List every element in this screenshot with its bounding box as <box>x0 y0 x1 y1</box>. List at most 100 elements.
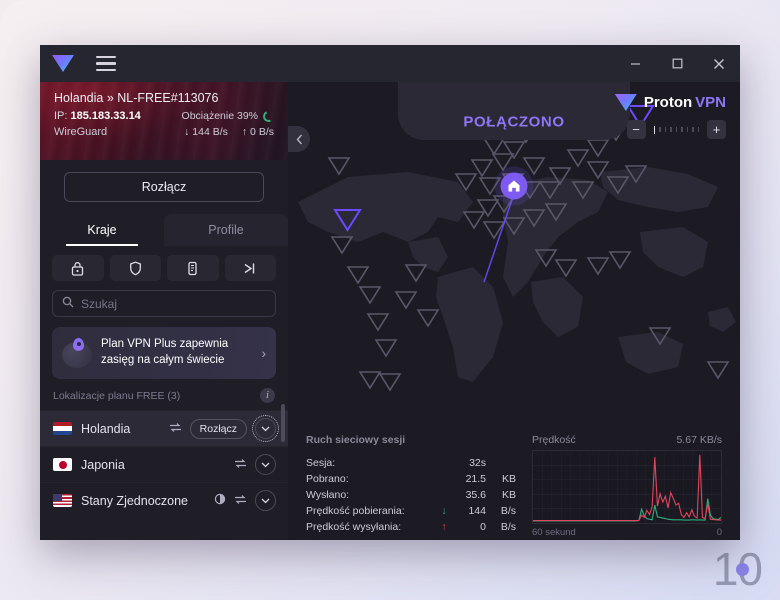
stat-row: Sesja: 32s <box>306 455 516 471</box>
country-row-holandia[interactable]: Holandia Rozłącz <box>40 410 288 446</box>
stat-value: 0 <box>480 521 486 533</box>
speed-chart: Prędkość 5.67 KB/s 60 sekund 0 <box>532 434 724 540</box>
chart-title: Prędkość <box>532 434 576 446</box>
free-locations-header: Lokalizacje planu FREE (3) i <box>40 379 288 410</box>
row-disconnect-button[interactable]: Rozłącz <box>189 418 247 439</box>
chart-xlabel-left: 60 sekund <box>532 527 576 538</box>
protonvpn-window: Holandia » NL-FREE#113076 IP: 185.183.33… <box>40 45 740 540</box>
ip-label: IP: <box>54 110 68 122</box>
stat-value: 35.6 <box>465 489 486 501</box>
protocol-label: WireGuard <box>54 126 108 138</box>
hamburger-icon[interactable] <box>96 56 116 71</box>
zoom-out-button[interactable]: − <box>626 120 646 139</box>
p2p-icon <box>234 456 247 474</box>
brand-and-zoom: Proton VPN − + <box>614 94 726 139</box>
sidebar: Holandia » NL-FREE#113076 IP: 185.183.33… <box>40 82 288 540</box>
stat-label: Sesja: <box>306 457 336 469</box>
watermark-dot <box>736 563 749 576</box>
brand-word-vpn: VPN <box>695 94 726 111</box>
tab-kraje[interactable]: Kraje <box>40 214 164 246</box>
home-icon[interactable] <box>500 172 528 200</box>
sidebar-scrollbar-thumb[interactable] <box>281 404 285 442</box>
stat-value: 144 <box>468 505 486 517</box>
search-box[interactable] <box>52 290 276 317</box>
expand-chevron-button[interactable] <box>255 454 276 475</box>
title-bar <box>40 45 740 82</box>
download-arrow-icon: ↓ <box>441 505 447 517</box>
search-area <box>40 281 288 317</box>
stat-row: Prędkość pobierania: ↓ 144 B/s <box>306 503 516 519</box>
country-row-japonia[interactable]: Japonia <box>40 446 288 482</box>
country-name: Japonia <box>81 457 125 472</box>
connected-server-label: Holandia » NL-FREE#113076 <box>54 91 219 105</box>
sidebar-tabs: Kraje Profile <box>40 214 288 246</box>
minimize-button[interactable] <box>614 45 656 82</box>
globe-pin-icon <box>62 338 92 368</box>
netshield-shield-icon[interactable] <box>109 255 161 281</box>
flag-nl-icon <box>53 422 72 435</box>
upgrade-promo-banner[interactable]: Plan VPN Plus zapewnia zasięg na całym ś… <box>52 327 276 379</box>
info-icon[interactable]: i <box>260 388 275 403</box>
tor-onion-icon[interactable] <box>167 255 219 281</box>
stat-unit: KB <box>501 473 516 485</box>
stat-label: Pobrano: <box>306 473 349 485</box>
stats-title: Ruch sieciowy sesji <box>306 434 406 446</box>
window-controls <box>614 45 740 82</box>
proton-logo-icon <box>614 94 637 111</box>
secure-core-lock-icon[interactable] <box>52 255 104 281</box>
p2p-icon <box>169 420 182 438</box>
chart-plot-area <box>532 450 722 524</box>
stat-label: Wysłano: <box>306 489 350 501</box>
stat-row: Prędkość wysyłania: ↑ 0 B/s <box>306 519 516 535</box>
stat-unit: B/s <box>500 521 516 533</box>
stat-row: Pobrano: 21.5 KB <box>306 471 516 487</box>
connection-status-label: POŁĄCZONO <box>463 113 565 131</box>
stat-label: Prędkość pobierania: <box>306 505 405 517</box>
server-load-label: Obciążenie 39% <box>181 110 258 122</box>
country-name: Holandia <box>81 421 131 436</box>
brand-word-proton: Proton <box>643 94 693 111</box>
watermark-logo: 10 <box>713 546 763 592</box>
stat-unit: B/s <box>500 505 516 517</box>
page-root: 10 Holandia » NL-FREE#113076 IP: 185.183… <box>0 0 780 600</box>
upload-arrow-icon: ↑ <box>441 521 447 533</box>
server-load-ring-icon <box>261 108 276 124</box>
main-panel: POŁĄCZONO Proton VPN − + Ruch sieciowy s… <box>288 82 740 540</box>
ip-value: 185.183.33.14 <box>70 110 141 122</box>
promo-text: Plan VPN Plus zapewnia zasięg na całym ś… <box>101 338 229 366</box>
tor-icon <box>214 492 226 510</box>
window-body: Holandia » NL-FREE#113076 IP: 185.183.33… <box>40 82 740 540</box>
p2p-arrow-icon[interactable] <box>224 255 276 281</box>
brand-logo: Proton VPN <box>614 94 726 111</box>
zoom-in-button[interactable]: + <box>707 120 726 139</box>
stat-value: 32s <box>469 457 486 469</box>
header-download-speed: ↓ 144 B/s <box>184 126 228 138</box>
zoom-slider-track[interactable] <box>650 125 704 134</box>
free-locations-title: Lokalizacje planu FREE (3) <box>53 389 181 402</box>
search-input[interactable] <box>81 296 266 311</box>
stat-label: Prędkość wysyłania: <box>306 521 402 533</box>
country-row-stany-zjednoczone[interactable]: Stany Zjednoczone <box>40 482 288 518</box>
search-icon <box>62 295 74 313</box>
traffic-stats: Ruch sieciowy sesji Sesja: 32s Pobrano: 21… <box>306 434 516 540</box>
flag-jp-icon <box>53 458 72 471</box>
world-map[interactable]: POŁĄCZONO Proton VPN − + <box>288 82 740 422</box>
close-button[interactable] <box>698 45 740 82</box>
chart-peak-value: 5.67 KB/s <box>676 434 722 446</box>
p2p-icon <box>234 492 247 510</box>
tab-profile[interactable]: Profile <box>164 214 288 246</box>
stat-value: 21.5 <box>465 473 486 485</box>
country-name: Stany Zjednoczone <box>81 493 189 508</box>
connection-header: Holandia » NL-FREE#113076 IP: 185.183.33… <box>40 82 288 160</box>
chart-xlabel-right: 0 <box>716 527 722 538</box>
flag-us-icon <box>53 494 72 507</box>
disconnect-button[interactable]: Rozłącz <box>64 172 264 202</box>
expand-chevron-button[interactable] <box>252 415 279 442</box>
session-stats-panel: Ruch sieciowy sesji Sesja: 32s Pobrano: 21… <box>288 422 740 540</box>
map-zoom-control: − + <box>615 120 726 139</box>
stat-unit: KB <box>501 489 516 501</box>
status-notch <box>398 82 630 140</box>
proton-logo-icon <box>52 55 74 72</box>
maximize-button[interactable] <box>656 45 698 82</box>
expand-chevron-button[interactable] <box>255 490 276 511</box>
